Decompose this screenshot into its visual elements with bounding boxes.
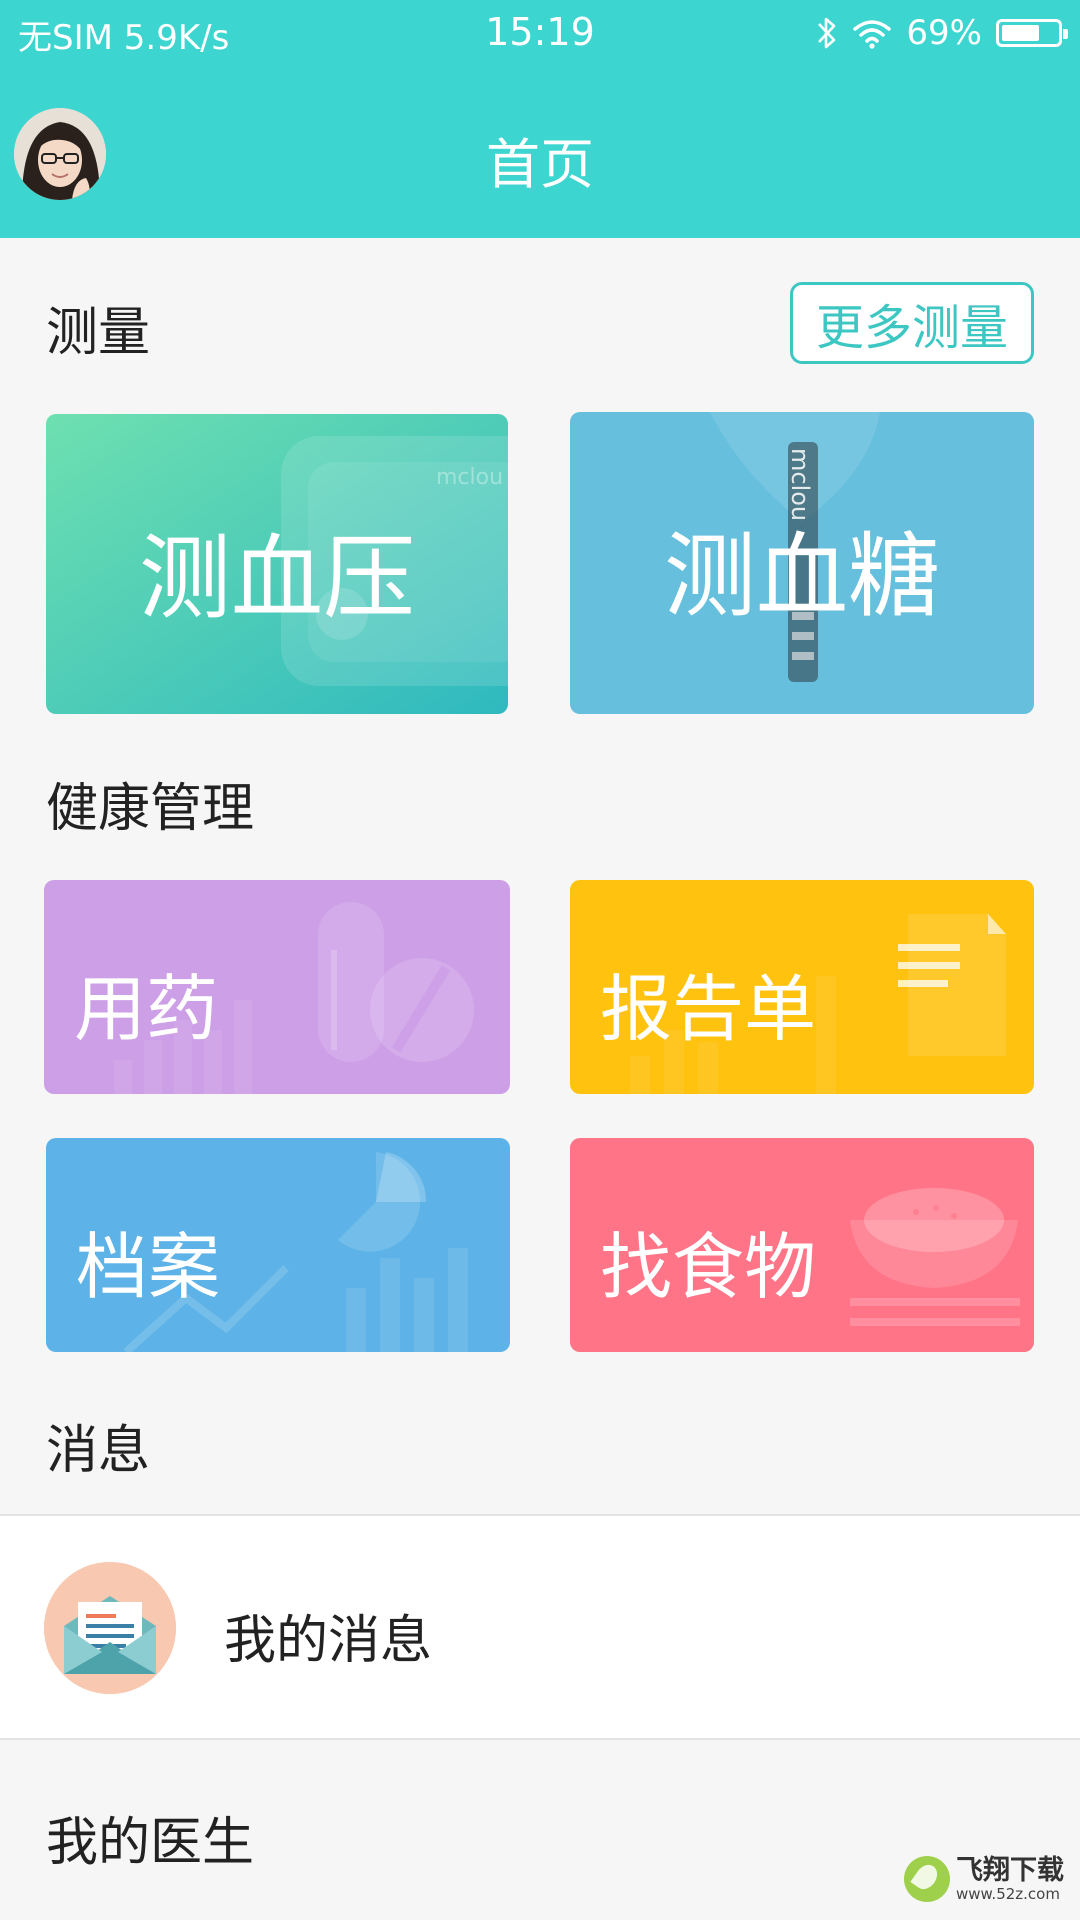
page-title: 首页 bbox=[486, 133, 594, 196]
card-medication-label: 用药 bbox=[74, 967, 219, 1051]
my-messages-label: 我的消息 bbox=[224, 1611, 433, 1671]
battery-icon bbox=[996, 19, 1068, 47]
watermark-name: 飞翔下载 bbox=[956, 1854, 1064, 1886]
card-blood-glucose[interactable]: mclou 测血糖 bbox=[570, 412, 1034, 714]
card-blood-pressure-label: 测血压 bbox=[138, 525, 415, 632]
section-title-messages: 消息 bbox=[46, 1421, 151, 1481]
card-report[interactable]: 报告单 bbox=[570, 880, 1034, 1094]
watermark: 飞翔下载 www.52z.com bbox=[904, 1856, 1064, 1902]
watermark-url: www.52z.com bbox=[956, 1884, 1060, 1903]
svg-text:mclou: mclou bbox=[436, 465, 503, 490]
card-medication[interactable]: 用药 bbox=[44, 880, 510, 1094]
envelope-icon bbox=[44, 1562, 176, 1694]
card-find-food[interactable]: 找食物 bbox=[570, 1138, 1034, 1352]
card-find-food-label: 找食物 bbox=[600, 1225, 817, 1309]
section-title-measure: 测量 bbox=[46, 303, 151, 363]
watermark-logo bbox=[904, 1856, 950, 1902]
section-title-doctor[interactable]: 我的医生 bbox=[46, 1800, 254, 1875]
divider bbox=[0, 1738, 1080, 1740]
battery-fill bbox=[1002, 25, 1039, 41]
more-measure-button[interactable]: 更多测量 bbox=[790, 282, 1034, 364]
bluetooth-icon bbox=[816, 15, 838, 51]
wifi-icon bbox=[852, 17, 892, 49]
my-messages-row[interactable]: 我的消息 bbox=[0, 1516, 1080, 1738]
card-records[interactable]: 档案 bbox=[46, 1138, 510, 1352]
card-report-label: 报告单 bbox=[600, 967, 817, 1051]
card-blood-pressure[interactable]: mclou 测血压 bbox=[46, 414, 508, 714]
app-header: 无SIM 5.9K/s 15:19 69% 首页 bbox=[0, 0, 1080, 238]
section-title-health: 健康管理 bbox=[46, 779, 255, 839]
card-blood-glucose-label: 测血糖 bbox=[663, 523, 940, 630]
card-records-label: 档案 bbox=[76, 1225, 221, 1309]
status-icons: 69% bbox=[816, 8, 1068, 58]
battery-percent: 69% bbox=[906, 13, 982, 53]
